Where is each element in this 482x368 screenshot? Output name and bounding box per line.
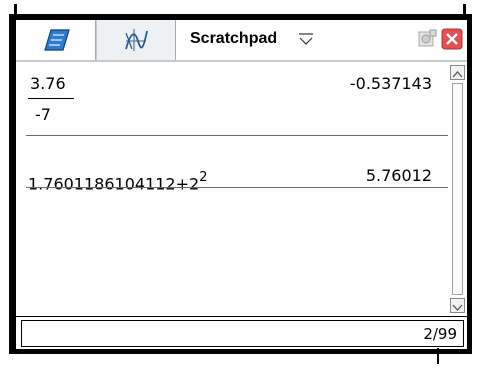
history-area: 3.76 -7 -0.537143 1.7601186104112+22 5.7… xyxy=(16,62,448,316)
scroll-thumb[interactable] xyxy=(452,83,463,295)
fraction-numerator: 3.76 xyxy=(30,74,66,93)
entry-separator xyxy=(26,135,448,136)
graph-icon xyxy=(125,29,148,51)
page-counter: 2/99 xyxy=(423,325,457,343)
result-value: 5.76012 xyxy=(365,166,432,185)
tab-bar: Scratchpad xyxy=(16,20,467,60)
chevron-down-icon xyxy=(452,304,463,311)
calculator-icon xyxy=(44,29,70,51)
entry-line-bar: 2/99 xyxy=(16,316,467,349)
expression: 1.7601186104112+22 xyxy=(28,170,208,194)
chevron-down-icon[interactable] xyxy=(298,32,314,46)
close-icon[interactable] xyxy=(441,28,463,50)
chevron-up-icon xyxy=(452,71,463,78)
scroll-down-button[interactable] xyxy=(450,298,465,313)
expression-exponent: 2 xyxy=(199,170,208,185)
result-value: -0.537143 xyxy=(349,74,432,93)
tab-calculator[interactable] xyxy=(16,20,96,60)
entry-separator xyxy=(26,187,448,188)
pointer-cursor xyxy=(437,348,439,364)
frame-corner-right xyxy=(463,4,466,14)
scroll-up-button[interactable] xyxy=(450,65,465,80)
fraction-bar xyxy=(28,98,74,99)
expression-input[interactable]: 2/99 xyxy=(21,320,464,347)
settings-icon[interactable] xyxy=(417,29,437,49)
tab-scratchpad[interactable]: Scratchpad xyxy=(176,20,467,60)
scratchpad-title: Scratchpad xyxy=(190,30,278,47)
scrollbar[interactable] xyxy=(448,62,467,316)
tab-graph[interactable] xyxy=(96,20,176,60)
expression-base: 1.7601186104112+2 xyxy=(28,174,200,194)
fraction-denominator: -7 xyxy=(35,105,51,124)
frame-corner-left xyxy=(14,4,17,14)
